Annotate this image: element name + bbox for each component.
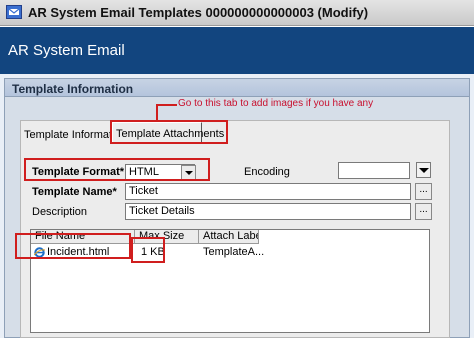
app-banner: AR System Email	[0, 27, 474, 74]
window-title: AR System Email Templates 00000000000000…	[28, 5, 369, 20]
encoding-label: Encoding	[244, 166, 290, 178]
highlight-template-format	[24, 158, 210, 181]
banner-title: AR System Email	[8, 42, 125, 59]
description-label: Description	[32, 206, 88, 218]
column-header-attach-label[interactable]: Attach Label	[199, 230, 259, 244]
highlight-attachment-row	[15, 233, 131, 259]
template-name-ellipsis-button[interactable]: ...	[415, 183, 432, 200]
highlight-attachments-tab	[110, 120, 228, 144]
encoding-dropdown-button[interactable]	[416, 162, 431, 178]
encoding-select[interactable]	[338, 162, 410, 179]
description-field[interactable]: Ticket Details	[125, 203, 411, 220]
app-window-icon	[6, 5, 22, 19]
annotation-text: Go to this tab to add images if you have…	[178, 98, 374, 109]
highlight-attachment-size	[131, 237, 165, 263]
section-header: Template Information	[5, 79, 469, 97]
annotation-connector	[156, 104, 158, 121]
template-name-field[interactable]: Ticket	[125, 183, 411, 200]
section-title: Template Information	[12, 82, 134, 96]
attachment-label: TemplateA...	[203, 246, 265, 258]
template-name-label: Template Name*	[32, 186, 117, 198]
window-title-bar: AR System Email Templates 00000000000000…	[0, 0, 474, 26]
annotation-connector	[156, 104, 177, 106]
tab-template-information[interactable]: Template Information	[24, 124, 127, 146]
description-ellipsis-button[interactable]: ...	[415, 203, 432, 220]
